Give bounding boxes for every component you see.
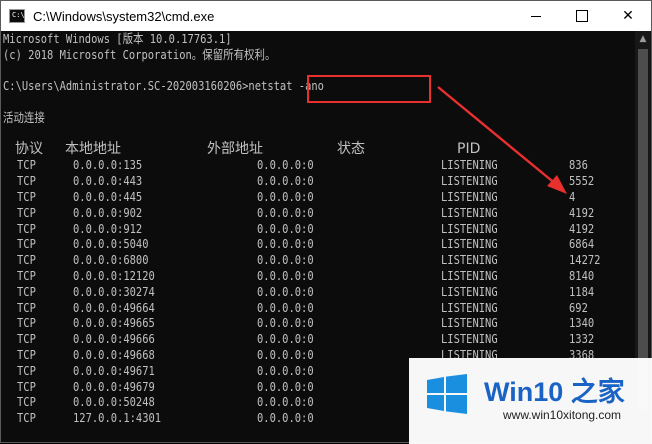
watermark-logo: Win10 之家 www.win10xitong.com xyxy=(409,358,652,444)
watermark-title: Win10 之家 xyxy=(484,377,625,407)
cmd-window: C:\. C:\Windows\system32\cmd.exe ✕ Micro… xyxy=(0,0,652,444)
windows-logo-icon xyxy=(427,374,467,414)
watermark-url: www.win10xitong.com xyxy=(503,408,622,422)
